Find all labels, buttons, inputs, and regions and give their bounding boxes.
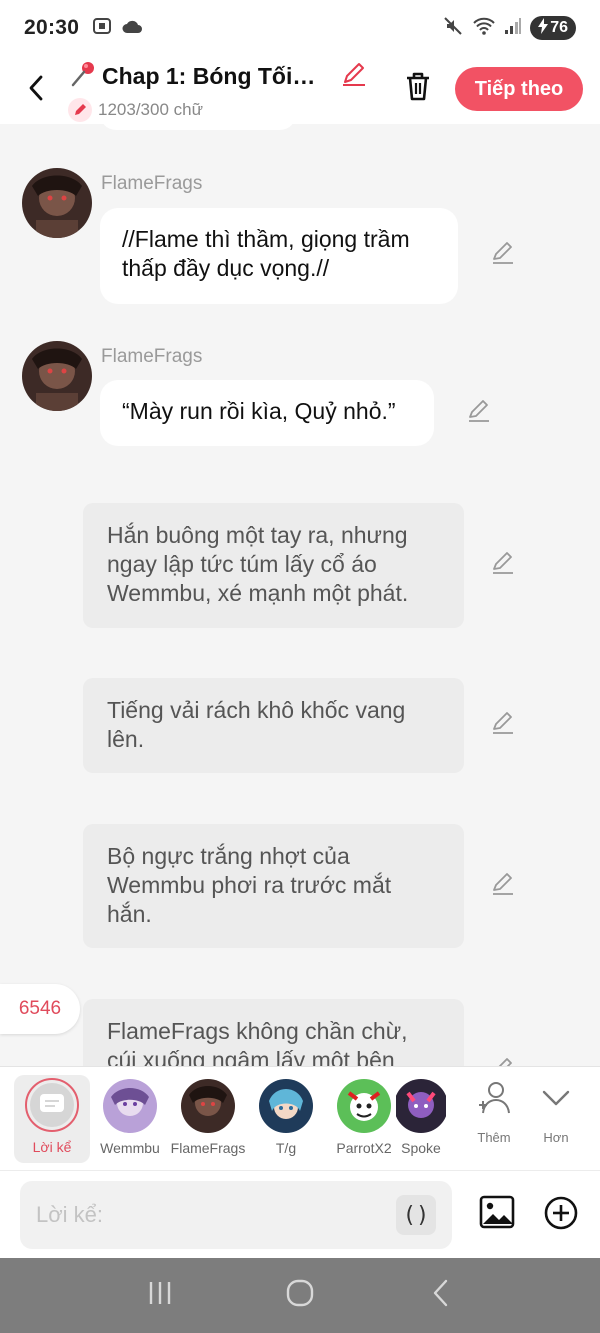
avatar[interactable] (22, 341, 92, 411)
avatar (396, 1079, 446, 1133)
narration-bubble[interactable]: Tiếng vải rách khô khốc vang lên. (83, 678, 464, 773)
avatar (103, 1079, 157, 1133)
title-block: Chap 1: Bóng Tối T... 1203/300 chữ (68, 59, 368, 122)
battery-indicator: 76 (530, 16, 576, 40)
back-nav-button[interactable] (410, 1271, 470, 1321)
text-bubble-icon (39, 1092, 65, 1119)
title-row: Chap 1: Bóng Tối T... (68, 59, 368, 94)
top-app-bar: Chap 1: Bóng Tối T... 1203/300 chữ Tiếp … (0, 56, 600, 124)
status-time: 20:30 (24, 16, 80, 39)
character-wemmbu[interactable]: Wemmbu (92, 1075, 168, 1163)
edit-message-button[interactable] (489, 711, 517, 739)
delete-button[interactable] (398, 68, 438, 108)
wifi-icon (472, 16, 496, 41)
avatar (181, 1079, 235, 1133)
parentheses-button[interactable]: () (396, 1195, 436, 1235)
chevron-down-icon (539, 1079, 573, 1122)
composer-box: () (20, 1181, 452, 1249)
plus-circle-icon (544, 1196, 578, 1235)
add-character-label: Thêm (477, 1130, 511, 1145)
home-button[interactable] (270, 1271, 330, 1321)
sender-name: FlameFrags (101, 346, 203, 367)
character-narrator[interactable]: Lời kể (14, 1075, 90, 1163)
pencil-icon (490, 550, 516, 581)
chapter-title[interactable]: Chap 1: Bóng Tối T... (102, 63, 320, 90)
next-button[interactable]: Tiếp theo (455, 67, 583, 111)
status-right: 76 (442, 15, 576, 42)
cloud-icon (121, 18, 143, 39)
pencil-badge-icon (68, 97, 92, 122)
character-tg[interactable]: T/g (248, 1075, 324, 1163)
signal-icon (504, 17, 522, 40)
collapse-label: Hơn (543, 1130, 569, 1145)
avatar (337, 1079, 391, 1133)
pencil-icon (490, 240, 516, 271)
sender-name: FlameFrags (101, 173, 203, 194)
pencil-icon (490, 710, 516, 741)
status-bar: 20:30 76 (0, 0, 600, 56)
pencil-icon (490, 1056, 516, 1066)
screenshot-icon (91, 15, 113, 42)
character-label: Wemmbu (100, 1140, 160, 1156)
collapse-button[interactable]: Hơn (526, 1079, 586, 1145)
system-nav-bar (0, 1258, 600, 1333)
recents-button[interactable] (130, 1271, 190, 1321)
image-icon (479, 1194, 515, 1235)
word-count: 1203/300 chữ (98, 99, 203, 119)
recents-icon (146, 1280, 174, 1311)
status-left-icons (91, 15, 143, 42)
composer: () (0, 1170, 600, 1258)
character-selector: Lời kể Wemmbu FlameFrags T/g ParrotX2 Sp… (0, 1066, 600, 1170)
character-label: Lời kể (32, 1139, 72, 1155)
edit-title-button[interactable] (340, 60, 368, 93)
insert-image-button[interactable] (478, 1195, 516, 1233)
character-label: ParrotX2 (336, 1140, 392, 1156)
battery-level: 76 (550, 19, 568, 36)
previous-message-stub (100, 124, 296, 130)
pencil-icon (490, 871, 516, 902)
edit-message-button[interactable] (465, 399, 493, 427)
avatar (259, 1079, 313, 1133)
narration-bubble[interactable]: Bộ ngực trắng nhợt của Wemmbu phơi ra tr… (83, 824, 464, 948)
character-label: T/g (275, 1140, 297, 1156)
add-person-icon (475, 1079, 513, 1122)
edit-message-button[interactable] (489, 551, 517, 579)
add-button[interactable] (543, 1196, 579, 1235)
avatar[interactable] (22, 168, 92, 238)
narration-bubble[interactable]: Hắn buông một tay ra, nhưng ngay lập tức… (83, 503, 464, 628)
back-button[interactable] (14, 68, 58, 112)
word-count-row: 1203/300 chữ (68, 97, 368, 122)
trash-icon (403, 70, 433, 107)
character-label: Spoke (401, 1140, 441, 1156)
mute-icon (442, 15, 464, 42)
character-parrotx2[interactable]: ParrotX2 (326, 1075, 402, 1163)
message-counter[interactable]: 6546 (0, 984, 80, 1034)
add-character-button[interactable]: Thêm (464, 1079, 524, 1145)
narration-bubble[interactable]: FlameFrags không chần chừ, cúi xuống ngậ… (83, 999, 464, 1066)
chevron-left-icon (26, 74, 46, 107)
edit-message-button[interactable] (489, 872, 517, 900)
character-flamefrags[interactable]: FlameFrags (170, 1075, 246, 1163)
character-spoke[interactable]: Spoke (396, 1075, 446, 1163)
chevron-left-icon (430, 1278, 450, 1313)
narrator-avatar (25, 1078, 79, 1132)
message-bubble[interactable]: “Mày run rồi kìa, Quỷ nhỏ.” (100, 380, 434, 446)
character-label: FlameFrags (170, 1140, 246, 1156)
pin-icon (68, 59, 98, 94)
message-input[interactable] (36, 1195, 396, 1235)
home-icon (285, 1278, 315, 1313)
pencil-icon (466, 398, 492, 429)
edit-message-button[interactable] (489, 1057, 517, 1066)
edit-message-button[interactable] (489, 241, 517, 269)
message-bubble[interactable]: //Flame thì thầm, giọng trầm thấp đầy dụ… (100, 208, 458, 304)
chat-area[interactable]: FlameFrags //Flame thì thầm, giọng trầm … (0, 124, 600, 1066)
charging-icon (538, 17, 549, 39)
